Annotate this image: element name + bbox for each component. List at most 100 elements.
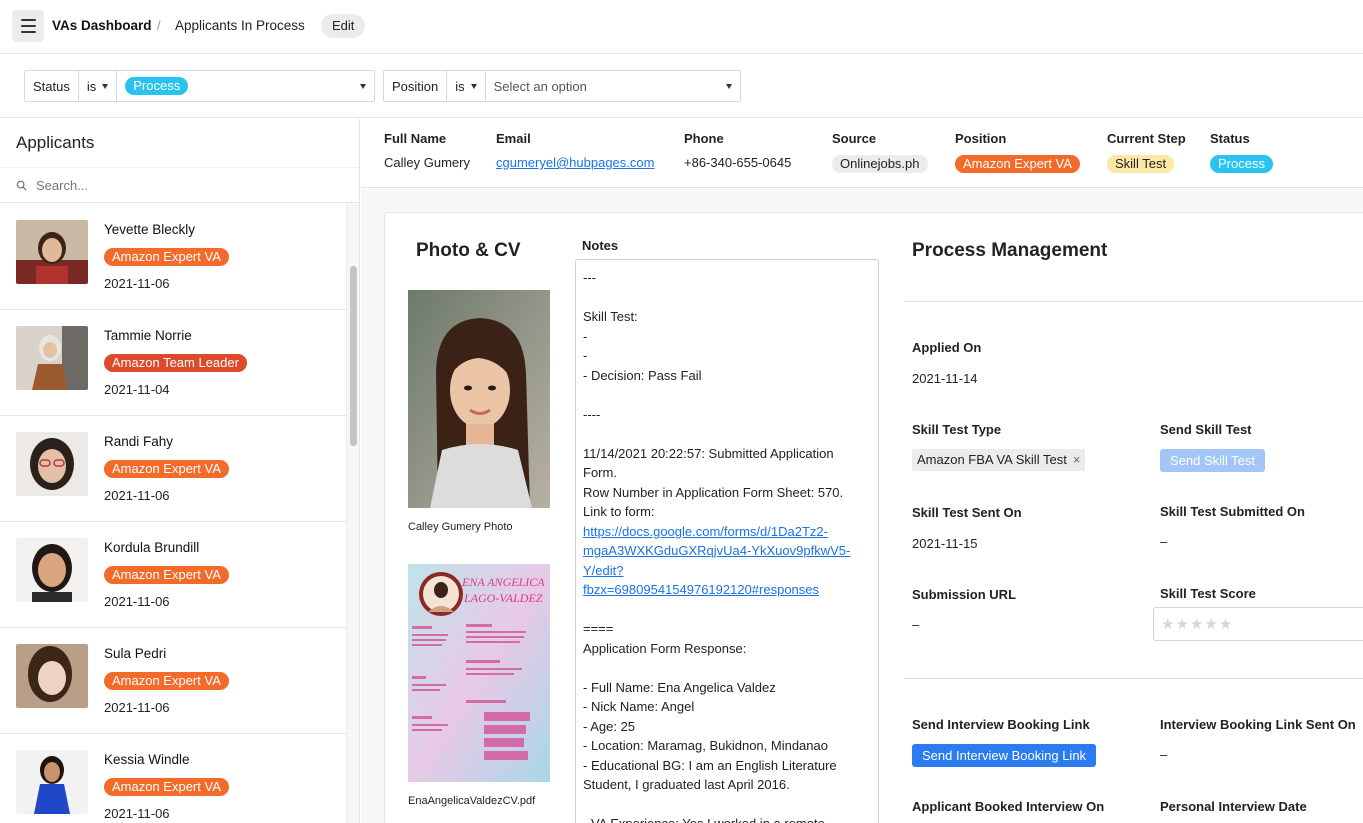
email-link[interactable]: cgumeryel@hubpages.com	[496, 155, 654, 170]
full-name-label: Full Name	[384, 131, 447, 146]
status-filter-operator[interactable]: is	[79, 71, 118, 101]
caret-down-icon	[360, 83, 366, 89]
notes-textarea[interactable]: --- Skill Test: - - - Decision: Pass Fail -…	[575, 259, 879, 823]
personal-interview-date-label: Personal Interview Date	[1160, 799, 1307, 814]
phone-value: +86-340-655-0645	[684, 155, 792, 170]
status-column: Status Process	[1210, 131, 1273, 173]
position-tag: Amazon Expert VA	[104, 248, 229, 266]
list-item[interactable]: Tammie Norrie Amazon Team Leader 2021-11…	[0, 310, 346, 416]
list-item[interactable]: Yevette Bleckly Amazon Expert VA 2021-11…	[0, 204, 346, 310]
star-icon[interactable]: ★	[1175, 615, 1188, 633]
notes-line	[583, 658, 871, 678]
notes-line	[583, 288, 871, 308]
applicant-date: 2021-11-06	[104, 700, 170, 715]
skill-test-score-label: Skill Test Score	[1160, 586, 1256, 601]
star-icon[interactable]: ★	[1161, 615, 1174, 633]
notes-line: - Full Name: Ena Angelica Valdez	[583, 679, 776, 695]
submission-url-value: –	[912, 617, 920, 632]
send-interview-link-label: Send Interview Booking Link	[912, 717, 1090, 732]
applicant-name: Kordula Brundill	[104, 540, 200, 555]
phone-column: Phone +86-340-655-0645	[684, 131, 791, 170]
applicant-date: 2021-11-06	[104, 488, 170, 503]
breadcrumb-root[interactable]: VAs Dashboard	[52, 18, 152, 33]
cv-caption[interactable]: EnaAngelicaValdezCV.pdf	[408, 795, 535, 807]
notes-form-link[interactable]: Y/edit?	[583, 561, 871, 581]
full-name-value: Calley Gumery	[384, 155, 470, 170]
notes-line: - Educational BG: I am an English Litera…	[583, 757, 837, 773]
source-chip: Onlinejobs.ph	[832, 155, 928, 173]
notes-line: Link to form:	[583, 504, 655, 519]
filter-bar: Status is Process Position is Select an …	[0, 55, 1363, 118]
skill-test-type-tag[interactable]: Amazon FBA VA Skill Test ×	[912, 449, 1086, 471]
position-column: Position Amazon Expert VA	[955, 131, 1080, 173]
position-filter-field: Position	[384, 71, 448, 101]
send-skill-test-label: Send Skill Test	[1160, 422, 1252, 437]
full-name-column: Full Name Calley Gumery	[384, 131, 470, 170]
process-management-title: Process Management	[912, 240, 1108, 261]
notes-form-link[interactable]: fbzx=6980954154976192120#responses	[583, 580, 871, 600]
applied-on-value: 2021-11-14	[912, 371, 978, 386]
submission-url-label: Submission URL	[912, 587, 1017, 602]
applicant-list: Yevette Bleckly Amazon Expert VA 2021-11…	[0, 204, 346, 823]
avatar	[16, 644, 88, 708]
search-input[interactable]	[36, 177, 336, 193]
top-bar: VAs Dashboard / Applicants In Process Ed…	[0, 0, 1363, 54]
notes-line	[583, 385, 871, 405]
position-filter-operator[interactable]: is	[447, 71, 486, 101]
notes-line: -	[583, 328, 588, 344]
send-interview-link-button[interactable]: Send Interview Booking Link	[912, 744, 1097, 767]
photo-caption[interactable]: Calley Gumery Photo	[408, 521, 513, 533]
position-tag: Amazon Expert VA	[104, 778, 229, 796]
send-skill-test-button[interactable]: Send Skill Test	[1160, 449, 1266, 472]
breadcrumb-current: Applicants In Process	[175, 18, 305, 33]
list-item[interactable]: Sula Pedri Amazon Expert VA 2021-11-06	[0, 628, 346, 734]
skill-test-submitted-on-label: Skill Test Submitted On	[1160, 504, 1305, 519]
star-icon[interactable]: ★	[1219, 615, 1232, 633]
applicant-date: 2021-11-04	[104, 382, 170, 397]
notes-line: Student, I graduated last April 2016.	[583, 777, 790, 792]
notes-line: ---	[583, 270, 596, 285]
cv-name-line1: ENA ANGELICA	[461, 575, 545, 589]
position-tag: Amazon Expert VA	[104, 460, 229, 478]
hamburger-menu-icon[interactable]	[12, 10, 44, 42]
status-filter-chip: Process	[125, 77, 189, 95]
list-item[interactable]: Kordula Brundill Amazon Expert VA 2021-1…	[0, 522, 346, 628]
cv-name-line2: LAGO-VALDEZ	[463, 591, 543, 605]
status-filter-field: Status	[25, 71, 79, 101]
notes-line: Skill Test:	[583, 309, 638, 324]
applicant-date: 2021-11-06	[104, 276, 170, 291]
cv-thumbnail[interactable]: ENA ANGELICA LAGO-VALDEZ	[408, 564, 550, 782]
notes-form-link[interactable]: mgaA3WXKGduGXRqjvUa4-YkXuov9pfkwV5-	[583, 541, 871, 561]
record-summary: Full Name Calley Gumery Email cgumeryel@…	[361, 119, 1363, 188]
applied-on-label: Applied On	[912, 340, 982, 355]
position-filter-value[interactable]: Select an option	[486, 71, 740, 101]
interview-link-sent-on-value: –	[1160, 747, 1168, 762]
remove-tag-icon[interactable]: ×	[1073, 452, 1081, 467]
position-tag: Amazon Team Leader	[104, 354, 247, 372]
skill-test-type-value: Amazon FBA VA Skill Test	[917, 452, 1067, 467]
photo-cv-title: Photo & CV	[416, 240, 521, 261]
applicant-photo[interactable]	[408, 290, 550, 508]
notes-line	[583, 424, 871, 444]
current-step-column: Current Step Skill Test	[1107, 131, 1186, 173]
notes-line: Row Number in Application Form Sheet: 57…	[583, 484, 844, 500]
position-filter-placeholder: Select an option	[493, 78, 587, 94]
star-icon[interactable]: ★	[1204, 615, 1217, 633]
email-column: Email cgumeryel@hubpages.com	[496, 131, 654, 170]
interview-link-sent-on-label: Interview Booking Link Sent On	[1160, 717, 1356, 732]
status-filter-value[interactable]: Process	[117, 71, 374, 101]
skill-test-score-rating[interactable]: ★ ★ ★ ★ ★	[1153, 607, 1363, 641]
position-chip: Amazon Expert VA	[955, 155, 1080, 173]
source-column: Source Onlinejobs.ph	[832, 131, 928, 173]
scrollbar-thumb[interactable]	[350, 266, 357, 446]
status-label: Status	[1210, 131, 1250, 146]
list-item[interactable]: Randi Fahy Amazon Expert VA 2021-11-06	[0, 416, 346, 522]
list-scrollbar[interactable]	[346, 204, 359, 823]
edit-button[interactable]: Edit	[321, 14, 366, 38]
current-step-chip: Skill Test	[1107, 155, 1175, 173]
list-item[interactable]: Kessia Windle Amazon Expert VA 2021-11-0…	[0, 734, 346, 823]
phone-label: Phone	[684, 131, 724, 146]
notes-form-link[interactable]: https://docs.google.com/forms/d/1Da2Tz2-	[583, 522, 871, 542]
avatar	[16, 750, 88, 814]
star-icon[interactable]: ★	[1190, 615, 1203, 633]
